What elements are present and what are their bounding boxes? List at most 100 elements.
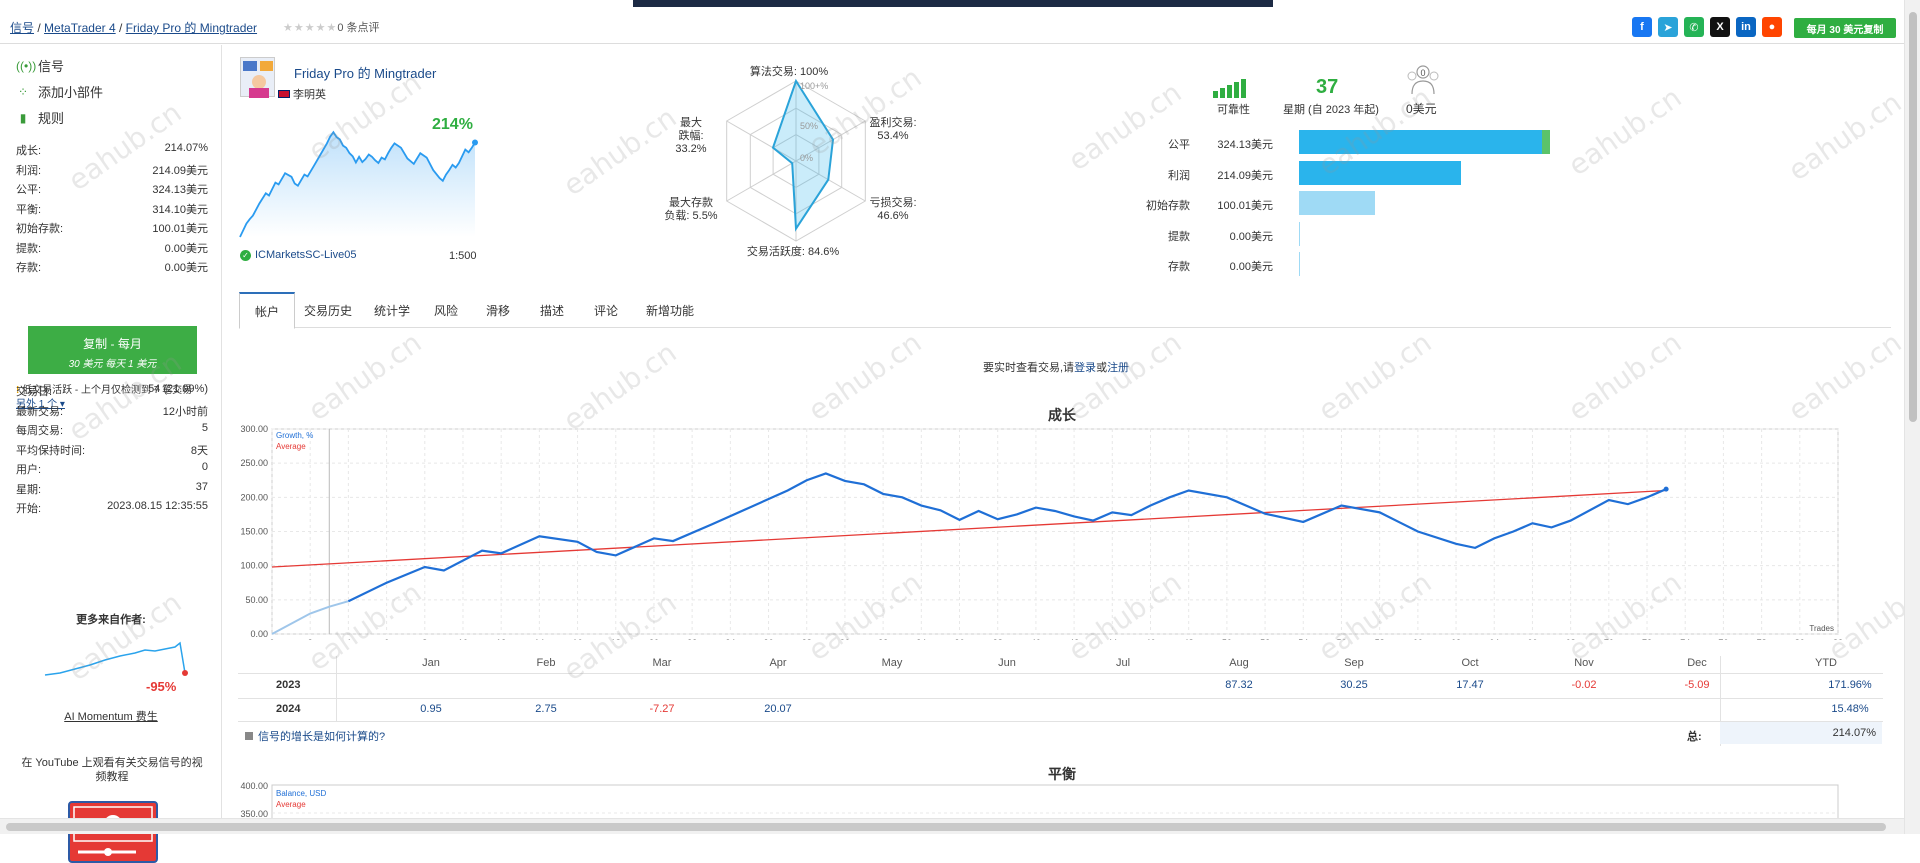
radar-scale-label: 100+%: [800, 81, 828, 91]
copy-label: 复制 - 每月: [83, 337, 142, 351]
month-header: Jun: [998, 657, 1016, 669]
x-tick-label: 28: [802, 638, 812, 640]
tab-1[interactable]: 帐户: [239, 292, 296, 329]
bar-label: 利润: [1168, 169, 1190, 182]
linkedin-icon[interactable]: in: [1736, 17, 1756, 37]
stat-row: 开始: 2023.08.15 12:35:55: [16, 500, 208, 516]
month-value: -5.09: [1684, 679, 1710, 691]
x-axis-label: Trades: [1809, 624, 1834, 633]
growth-mini-chart: [239, 130, 478, 238]
sidebar-item-signals[interactable]: ((•)) 信号: [16, 56, 64, 75]
author-signal-sparkline[interactable]: -95%: [40, 635, 190, 705]
stat-label: 开始:: [16, 503, 42, 515]
stat-label: 利润:: [16, 164, 42, 177]
year-label: 2023: [276, 679, 301, 691]
month-value: -0.02: [1571, 679, 1597, 691]
stat-label: 每周交易:: [16, 425, 64, 437]
radar-scale-label: 0%: [800, 153, 813, 163]
growth-last-point: [1663, 486, 1669, 492]
stat-row: 最新交易: 12小时前: [16, 403, 208, 419]
x-tick-label: 64: [1489, 638, 1499, 640]
breadcrumb-signals[interactable]: 信号: [10, 21, 34, 35]
scrollbar-thumb[interactable]: [6, 823, 1886, 831]
x-tick-label: 22: [687, 638, 697, 640]
flag-icon: [278, 90, 290, 98]
sidebar-item-widget[interactable]: ⁘ 添加小部件: [16, 82, 103, 101]
balance-chart: 400.00 350.00 Balance, USD Average: [240, 781, 1839, 818]
tab-3[interactable]: 统计学: [359, 292, 425, 328]
summary-bar: [1299, 221, 1300, 246]
x-tick-label: 34: [916, 638, 926, 640]
growth-calc-link[interactable]: 信号的增长是如何计算的?: [245, 728, 385, 744]
breadcrumb-platform[interactable]: MetaTrader 4: [44, 21, 116, 35]
tab-5[interactable]: 滑移: [471, 292, 525, 328]
x-tick-label: 20: [649, 638, 659, 640]
x-tick-label: 66: [1527, 638, 1537, 640]
signal-avatar: [240, 57, 275, 98]
x-tick-label: 58: [1375, 638, 1385, 640]
x-tick-label: 72: [1642, 638, 1652, 640]
tab-2[interactable]: 交易历史: [289, 292, 367, 328]
facebook-icon[interactable]: f: [1632, 17, 1652, 37]
login-link[interactable]: 登录: [1074, 362, 1096, 374]
stat-value: 0: [201, 461, 208, 473]
month-value: 171.96%: [1828, 679, 1872, 691]
sidebar-item-rules[interactable]: ▮ 规则: [16, 108, 64, 127]
stat-value: 37: [195, 480, 208, 493]
youtube-tutorial-text[interactable]: 在 YouTube 上观看有关交易信号的视频教程: [16, 756, 208, 784]
stat-value: 214.07%: [164, 142, 208, 154]
stat-value: 0.00美元: [164, 242, 208, 255]
tab-7[interactable]: 评论: [579, 292, 633, 328]
horizontal-scrollbar[interactable]: [0, 818, 1904, 834]
calculator-icon: [245, 732, 253, 740]
month-header: Apr: [769, 657, 787, 669]
x-icon[interactable]: X: [1710, 17, 1730, 37]
tab-4[interactable]: 风险: [419, 292, 473, 328]
stat-row: 每周交易: 5: [16, 422, 208, 438]
watermark-text: eahub.cn: [302, 325, 428, 428]
scrollbar-thumb[interactable]: [1909, 12, 1917, 422]
broker-link[interactable]: ✓ ICMarketsSC-Live05: [240, 249, 356, 261]
whatsapp-icon[interactable]: ✆: [1684, 17, 1704, 37]
breadcrumb-signal[interactable]: Friday Pro 的 Mingtrader: [126, 21, 257, 35]
vertical-scrollbar[interactable]: [1904, 0, 1920, 834]
reddit-icon[interactable]: ●: [1762, 17, 1782, 37]
copy-monthly-button[interactable]: 复制 - 每月 30 美元 每天 1 美元: [28, 326, 197, 374]
summary-bar: [1299, 191, 1375, 215]
weeks-label: 星期 (自 2023 年起): [1283, 104, 1379, 116]
month-header: Mar: [652, 657, 672, 669]
copy-subscribe-button[interactable]: 每月 30 美元复制: [1794, 18, 1896, 38]
subscribers-icon: 0: [1407, 65, 1439, 95]
review-count[interactable]: 0 条点评: [337, 22, 379, 34]
stat-label: 初始存款:: [16, 223, 64, 235]
bar-label: 公平: [1168, 139, 1190, 151]
top-banner-image[interactable]: [633, 0, 1273, 7]
share-bar: f ➤ ✆ X in ●: [1632, 17, 1782, 37]
telegram-icon[interactable]: ➤: [1658, 17, 1678, 37]
radar-label-loss: 亏损交易: 46.6%: [869, 197, 917, 222]
x-tick-label: 46: [1145, 638, 1155, 640]
signal-title[interactable]: Friday Pro 的 Mingtrader: [294, 63, 436, 82]
stat-row: 成长: 214.07%: [16, 142, 208, 158]
x-tick-label: 6: [384, 638, 389, 640]
stat-value: 0.00美元: [164, 262, 208, 274]
stat-label: 用户:: [16, 464, 42, 476]
signal-author[interactable]: 李明英: [278, 86, 326, 102]
copy-price: 30 美元 每天 1 美元: [68, 359, 157, 370]
tab-6[interactable]: 描述: [525, 292, 579, 328]
stat-row: 公平: 324.13美元: [16, 181, 208, 197]
rating-stars[interactable]: ★★★★★: [283, 22, 337, 34]
x-tick-label: 10: [458, 638, 468, 640]
bar-value: 214.09美元: [1217, 169, 1273, 182]
month-value: 20.07: [764, 703, 792, 715]
subscribers-count: 0: [1420, 68, 1425, 78]
x-tick-label: 40: [1031, 638, 1041, 640]
rating[interactable]: ★★★★★0 条点评: [283, 19, 380, 35]
register-link[interactable]: 注册: [1107, 362, 1129, 374]
author-signal-link[interactable]: AI Momentum 费生: [0, 708, 222, 724]
rules-icon: ▮: [19, 110, 27, 125]
breadcrumb-sep: /: [37, 21, 41, 35]
reliability-bars-icon: [1213, 79, 1246, 98]
watermark-text: eahub.cn: [1562, 80, 1688, 183]
tab-8[interactable]: 新增功能: [631, 292, 709, 328]
